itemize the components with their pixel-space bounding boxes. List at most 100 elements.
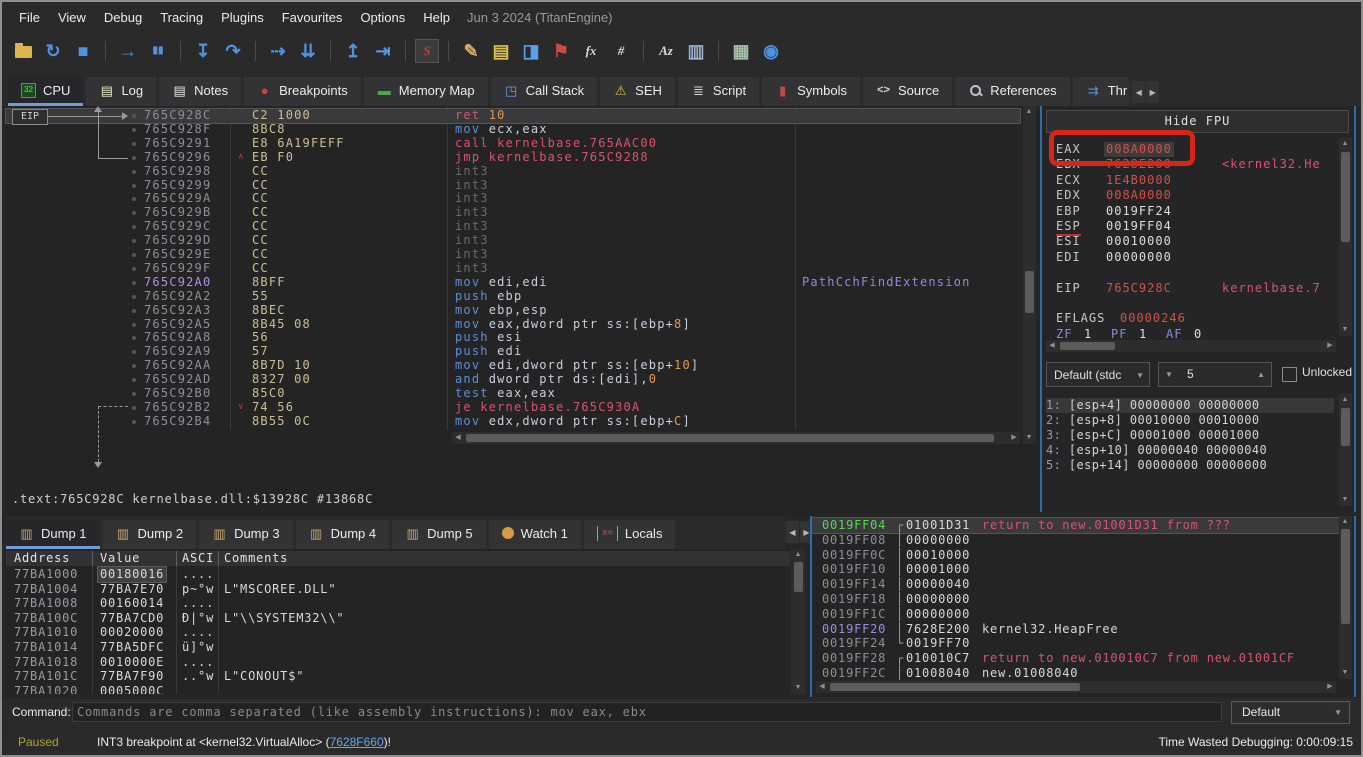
dump-value[interactable]: 0010000E [100, 655, 164, 670]
dump-value[interactable]: 0005000C [100, 684, 164, 694]
menu-options[interactable]: Options [351, 5, 414, 30]
register-value[interactable]: 1E4B0000 [1106, 173, 1172, 188]
dump-value[interactable]: 00020000 [100, 625, 164, 640]
breakpoint-dot-icon[interactable] [132, 156, 136, 160]
stack-value[interactable]: 00010000 [906, 548, 970, 563]
breakpoint-dot-icon[interactable] [132, 420, 136, 424]
register-row-edi[interactable]: EDI00000000 [1042, 250, 1342, 265]
disasm-row[interactable]: 765C92AA8B7D 10mov edi,dword ptr ss:[ebp… [6, 359, 1020, 373]
dump-value[interactable]: 77BA7F90 [100, 669, 164, 684]
dump-row[interactable]: 77BA100000180016.... [6, 567, 790, 582]
main-tabs-scroll-left[interactable]: ◀ [1132, 81, 1145, 103]
dump-value[interactable]: 77BA7E70 [100, 582, 164, 597]
settings-globe-button[interactable]: ◉ [758, 38, 784, 64]
label-button[interactable]: ◨ [518, 38, 544, 64]
stack-value[interactable]: 7628E200 [906, 622, 970, 637]
disasm-row[interactable]: 765C929CCCint3 [6, 220, 1020, 234]
breakpoint-dot-icon[interactable] [132, 378, 136, 382]
menu-view[interactable]: View [49, 5, 95, 30]
open-file-button[interactable] [10, 38, 36, 64]
register-value[interactable]: 00000000 [1106, 250, 1172, 265]
register-row-ecx[interactable]: ECX1E4B0000 [1042, 173, 1342, 188]
tab-symbols[interactable]: ▮Symbols [762, 77, 860, 106]
breakpoint-dot-icon[interactable] [132, 336, 136, 340]
arg-count-spinner[interactable]: ▼ 5 ▲ [1158, 362, 1272, 387]
run-to-user-code-button[interactable]: ⇥ [370, 38, 396, 64]
bookmark-button[interactable]: ⚑ [548, 38, 574, 64]
breakpoint-dot-icon[interactable] [132, 267, 136, 271]
register-value[interactable]: 7628E200 [1106, 157, 1172, 172]
menu-plugins[interactable]: Plugins [212, 5, 273, 30]
register-row-edx[interactable]: EDX008A0000 [1042, 188, 1342, 203]
menu-favourites[interactable]: Favourites [273, 5, 352, 30]
comment-button[interactable]: ▤ [488, 38, 514, 64]
step-over-button[interactable]: ↷ [220, 38, 246, 64]
stack-row[interactable]: 0019FF08│00000000 [812, 533, 1340, 548]
skip-exception-button[interactable]: S [415, 39, 439, 63]
breakpoint-dot-icon[interactable] [132, 295, 136, 299]
disasm-row[interactable]: 765C92B085C0test eax,eax [6, 387, 1020, 401]
command-profile-dropdown[interactable]: Default ▼ [1231, 701, 1350, 724]
register-row-eflags[interactable]: EFLAGS00000246 [1042, 311, 1342, 326]
breakpoint-dot-icon[interactable] [132, 364, 136, 368]
breakpoint-dot-icon[interactable] [132, 184, 136, 188]
dump-row[interactable]: 77BA100C77BA7CD0Ð|°wL"\\SYSTEM32\\" [6, 611, 790, 626]
breakpoint-dot-icon[interactable] [132, 281, 136, 285]
tab-call-stack[interactable]: ◳Call Stack [491, 77, 598, 106]
disassembly-panel[interactable]: 765C928CC2 1000ret 10765C928F8BC8mov ecx… [6, 106, 1038, 516]
disasm-row[interactable]: 765C9296∧EB F0jmp kernelbase.765C9288 [6, 151, 1020, 165]
breakpoint-dot-icon[interactable] [132, 239, 136, 243]
pause-button[interactable]: ▮▮ [145, 38, 171, 64]
tab-watch-1[interactable]: Watch 1 [489, 520, 581, 549]
memory-dump-button[interactable]: ▥ [683, 38, 709, 64]
calculator-button[interactable]: ▦ [728, 38, 754, 64]
tab-notes[interactable]: ▤Notes [159, 77, 241, 106]
stack-value[interactable]: 010010C7 [906, 651, 970, 666]
breakpoint-dot-icon[interactable] [132, 253, 136, 257]
register-row-eip[interactable]: EIP765C928Ckernelbase.7 [1042, 281, 1342, 296]
breakpoint-dot-icon[interactable] [132, 350, 136, 354]
command-input[interactable] [72, 702, 1222, 722]
breakpoint-dot-icon[interactable] [132, 392, 136, 396]
stack-panel[interactable]: 0019FF04┌01001D31return to new.01001D31 … [810, 516, 1356, 697]
stop-button[interactable]: ■ [70, 38, 96, 64]
breakpoint-dot-icon[interactable] [132, 114, 136, 118]
stack-value[interactable]: 01008040 [906, 666, 970, 681]
disasm-row[interactable]: 765C929ACCint3 [6, 192, 1020, 206]
dump-row[interactable]: 77BA101C77BA7F90..°wL"CONOUT$" [6, 669, 790, 684]
dump-value[interactable]: 00160014 [100, 596, 164, 611]
register-value[interactable]: 008A0000 [1106, 188, 1172, 203]
disasm-row[interactable]: 765C9298CCint3 [6, 165, 1020, 179]
run-button[interactable]: → [115, 38, 141, 64]
register-row-eax[interactable]: EAX008A0000 [1042, 142, 1342, 157]
stack-hscrollbar[interactable]: ◀ ▶ [816, 681, 1336, 693]
menu-file[interactable]: File [10, 5, 49, 30]
tab-source[interactable]: <>Source [863, 77, 952, 106]
argument-row[interactable]: 5: [esp+14] 00000000 00000000 [1046, 458, 1334, 473]
function-button[interactable]: fx [578, 38, 604, 64]
argument-row[interactable]: 4: [esp+10] 00000040 00000040 [1046, 443, 1334, 458]
tab-references[interactable]: References [955, 77, 1069, 106]
spinner-down-icon[interactable]: ▼ [1165, 363, 1173, 386]
tab-seh[interactable]: ⚠SEH [600, 77, 675, 106]
dump-value[interactable]: 77BA7CD0 [100, 611, 164, 626]
calling-convention-dropdown[interactable]: Default (stdc ▼ [1046, 362, 1150, 387]
disasm-row[interactable]: 765C92A255push ebp [6, 290, 1020, 304]
status-address-link[interactable]: 7628F660 [330, 735, 384, 749]
register-value[interactable]: 00000246 [1120, 311, 1186, 326]
disasm-vscrollbar[interactable]: ▲ ▼ [1023, 106, 1036, 444]
stack-value[interactable]: 00000000 [906, 592, 970, 607]
stack-row[interactable]: 0019FF04┌01001D31return to new.01001D31 … [812, 518, 1340, 533]
dump-row[interactable]: 77BA100800160014.... [6, 596, 790, 611]
hash-button[interactable]: # [608, 38, 634, 64]
registers-vscrollbar[interactable]: ▲ ▼ [1339, 138, 1352, 336]
dump-row[interactable]: 77BA101477BA5DFCü]°w [6, 640, 790, 655]
register-value[interactable]: 0019FF24 [1106, 204, 1172, 219]
disasm-row[interactable]: 765C929ECCint3 [6, 248, 1020, 262]
tab-dump-4[interactable]: ▥Dump 4 [296, 520, 390, 549]
patches-button[interactable]: ✎ [458, 38, 484, 64]
disasm-row[interactable]: 765C928CC2 1000ret 10 [6, 109, 1020, 123]
disasm-row[interactable]: 765C928F8BC8mov ecx,eax [6, 123, 1020, 137]
tab-dump-3[interactable]: ▥Dump 3 [199, 520, 293, 549]
disasm-row[interactable]: 765C929BCCint3 [6, 206, 1020, 220]
